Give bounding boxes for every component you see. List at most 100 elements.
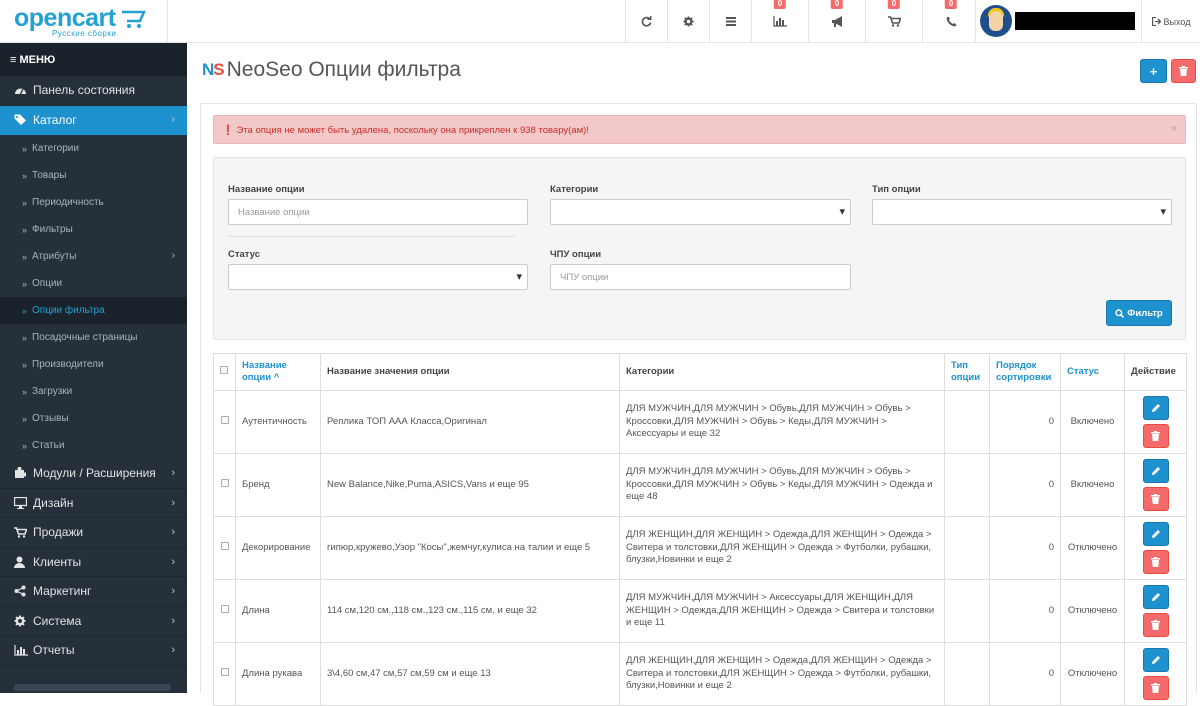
sidebar-sub-recurring[interactable]: » Периодичность: [0, 189, 187, 216]
row-checkbox[interactable]: [220, 667, 229, 676]
column-header-action: Действие: [1124, 353, 1187, 391]
menu-title[interactable]: ≡ МЕНЮ: [0, 43, 187, 76]
top-header: opencart Русские сборки 0 0 0 0 Выход: [0, 0, 1200, 43]
sub-item-label: Периодичность: [32, 197, 104, 208]
sidebar-sub-filters[interactable]: » Фильтры: [0, 216, 187, 243]
row-select-cell: [213, 516, 236, 580]
opencart-logo[interactable]: opencart Русские сборки: [14, 6, 174, 38]
column-header-sort-order[interactable]: Порядок сортировки: [989, 353, 1061, 391]
double-angle-icon: »: [22, 440, 27, 451]
column-header-values: Название значения опции: [320, 353, 620, 391]
user-profile[interactable]: [975, 0, 1141, 43]
sidebar-item-reports[interactable]: Отчеты ›: [0, 636, 187, 666]
marketing-button[interactable]: 0: [808, 0, 865, 43]
logo-subtitle: Русские сборки: [52, 29, 117, 38]
delete-row-button[interactable]: [1142, 424, 1169, 448]
cell-actions: [1124, 453, 1187, 517]
edit-button[interactable]: [1142, 585, 1169, 609]
cart-button[interactable]: 0: [865, 0, 922, 43]
pencil-icon: [1151, 593, 1160, 601]
refresh-icon: [641, 16, 652, 27]
double-angle-icon: »: [22, 170, 27, 181]
list-button[interactable]: [709, 0, 751, 43]
table-row: Длина 114 см,120 см.,118 см.,123 см.,115…: [213, 579, 1187, 643]
reports-button[interactable]: 0: [751, 0, 808, 43]
phone-button[interactable]: 0: [922, 0, 979, 43]
sidebar-item-extensions[interactable]: Модули / Расширения ›: [0, 459, 187, 489]
sub-item-label: Фильтры: [32, 224, 73, 235]
edit-button[interactable]: [1142, 459, 1169, 483]
column-header-type[interactable]: Тип опции: [944, 353, 990, 391]
edit-button[interactable]: [1142, 522, 1169, 546]
option-type-select[interactable]: [872, 199, 1172, 225]
cell-option-name: Декорирование: [235, 516, 321, 580]
cell-option-name: Длина: [235, 579, 321, 643]
cell-categories: ДЛЯ МУЖЧИН,ДЛЯ МУЖЧИН > Обувь,ДЛЯ МУЖЧИН…: [619, 453, 945, 517]
sidebar-sub-manufacturers[interactable]: » Производители: [0, 351, 187, 378]
chevron-right-icon: ›: [171, 614, 175, 627]
select-all-cell: [213, 353, 236, 391]
trash-icon: [1151, 494, 1160, 504]
sidebar-sub-landing-pages[interactable]: » Посадочные страницы: [0, 324, 187, 351]
sidebar-sub-reviews[interactable]: » Отзывы: [0, 405, 187, 432]
sidebar-item-label: Продажи: [33, 525, 84, 540]
sidebar-item-customers[interactable]: Клиенты ›: [0, 548, 187, 577]
sidebar-sub-downloads[interactable]: » Загрузки: [0, 378, 187, 405]
sidebar-sub-articles[interactable]: » Статьи: [0, 432, 187, 459]
select-all-checkbox[interactable]: [220, 366, 228, 374]
delete-row-button[interactable]: [1142, 487, 1169, 511]
cell-actions: [1124, 579, 1187, 643]
seo-url-input[interactable]: ЧПУ опции: [550, 264, 851, 290]
sidebar-sub-filter-options[interactable]: » Опции фильтра: [0, 297, 187, 324]
row-checkbox[interactable]: [220, 541, 229, 550]
sidebar-item-dashboard[interactable]: Панель состояния: [0, 76, 187, 106]
logout-label: Выход: [1163, 16, 1191, 27]
column-header-name[interactable]: Название опции ^: [235, 353, 321, 391]
refresh-button[interactable]: [625, 0, 667, 43]
share-icon: [14, 585, 33, 597]
puzzle-icon: [14, 467, 33, 479]
sidebar-item-catalog[interactable]: Каталог ›: [0, 105, 187, 135]
sidebar-scrollbar[interactable]: [14, 684, 171, 691]
sidebar-item-sales[interactable]: Продажи ›: [0, 518, 187, 548]
sidebar-sub-products[interactable]: » Товары: [0, 162, 187, 189]
sidebar-sub-categories[interactable]: » Категории: [0, 135, 187, 162]
edit-button[interactable]: [1142, 648, 1169, 672]
sidebar-sub-options[interactable]: » Опции: [0, 270, 187, 297]
sidebar-item-marketing[interactable]: Маркетинг ›: [0, 577, 187, 607]
row-checkbox[interactable]: [220, 415, 229, 424]
error-alert: ❗ Эта опция не может быть удалена, поско…: [213, 115, 1186, 144]
sub-item-label: Загрузки: [32, 386, 73, 397]
content-panel: ❗ Эта опция не может быть удалена, поско…: [200, 103, 1197, 706]
column-header-status[interactable]: Статус: [1060, 353, 1125, 391]
row-checkbox[interactable]: [220, 478, 229, 487]
cart-logo-icon: [122, 10, 146, 28]
add-button[interactable]: +: [1140, 59, 1167, 83]
delete-row-button[interactable]: [1142, 550, 1169, 574]
sidebar-sub-attributes[interactable]: » Атрибуты ›: [0, 243, 187, 270]
chevron-right-icon: ›: [171, 526, 175, 538]
cell-sort-order: 0: [989, 516, 1061, 580]
delete-row-button[interactable]: [1142, 613, 1169, 637]
row-checkbox[interactable]: [220, 604, 229, 613]
list-icon: [725, 17, 736, 26]
sign-out-icon: [1151, 17, 1161, 26]
filter-button[interactable]: Фильтр: [1106, 300, 1172, 326]
sub-item-label: Статьи: [32, 440, 65, 451]
categories-select[interactable]: [550, 199, 851, 225]
cell-option-values: гипюр,кружево,Узор "Косы",жемчуг,кулиса …: [320, 516, 620, 580]
alert-close-button[interactable]: ×: [1171, 123, 1177, 135]
edit-button[interactable]: [1142, 396, 1169, 420]
settings-button[interactable]: [667, 0, 709, 43]
sidebar-item-system[interactable]: Система ›: [0, 607, 187, 636]
delete-button[interactable]: [1171, 59, 1196, 83]
cell-status: Включено: [1060, 453, 1125, 517]
double-angle-icon: »: [22, 305, 27, 316]
logout-button[interactable]: Выход: [1141, 0, 1200, 43]
status-select[interactable]: [228, 264, 528, 290]
sidebar-item-design[interactable]: Дизайн ›: [0, 489, 187, 518]
delete-row-button[interactable]: [1142, 676, 1169, 700]
main-content: NS NeoSeo Опции фильтра + ❗ Эта опция не…: [187, 43, 1200, 706]
option-name-input[interactable]: Название опции: [228, 199, 528, 225]
cell-sort-order: 0: [989, 642, 1061, 706]
